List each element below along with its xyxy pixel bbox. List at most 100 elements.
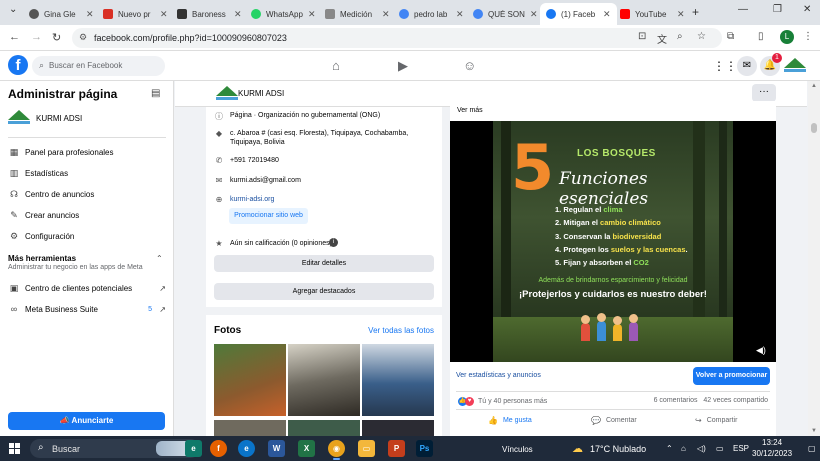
sidebar-page-switcher[interactable]: KURMI ADSI	[8, 110, 82, 126]
close-tab-icon[interactable]: ✕	[603, 9, 611, 20]
forward-arrow-icon[interactable]: →	[31, 31, 42, 43]
comments-count[interactable]: 6 comentarios	[654, 397, 698, 404]
groups-icon[interactable]: ☺	[463, 58, 476, 73]
taskbar-links[interactable]: Vínculos	[502, 445, 533, 454]
more-options-button[interactable]: ···	[752, 84, 776, 102]
tab-5[interactable]: pedro lab ✕	[393, 3, 470, 25]
boost-again-button[interactable]: Volver a promocionar	[693, 367, 770, 385]
sidebar-item-professional-dashboard[interactable]: ▦ Panel para profesionales	[8, 147, 168, 158]
edit-details-button[interactable]: Editar detalles	[214, 255, 434, 272]
network-icon[interactable]: ⌂	[681, 444, 686, 453]
photo-thumbnail[interactable]	[214, 344, 286, 416]
promote-button[interactable]: 📣 Anunciarte	[8, 412, 165, 430]
close-tab-icon[interactable]: ✕	[456, 9, 464, 20]
tab-2[interactable]: Baroness ✕	[171, 3, 248, 25]
close-tab-icon[interactable]: ✕	[86, 9, 94, 20]
battery-icon[interactable]: ▭	[716, 444, 724, 453]
messenger-icon[interactable]: ✉	[737, 56, 757, 76]
translate-icon[interactable]: 文	[657, 31, 667, 46]
taskbar-firefox-icon[interactable]: f	[210, 440, 227, 457]
sidebar-item-ad-center[interactable]: ☊ Centro de anuncios	[8, 189, 168, 200]
taskbar-word-icon[interactable]: W	[268, 440, 285, 457]
close-tab-icon[interactable]: ✕	[677, 9, 685, 20]
clock-time[interactable]: 13:24	[762, 438, 782, 447]
shares-count[interactable]: 42 veces compartido	[703, 397, 768, 404]
tray-chevron-icon[interactable]: ⌃	[666, 444, 673, 453]
photo-thumbnail[interactable]	[362, 420, 434, 436]
language-indicator[interactable]: ESP	[733, 444, 749, 453]
menu-dots-icon[interactable]: ⋮	[803, 31, 813, 42]
page-scrollbar[interactable]: ▲ ▼	[808, 81, 820, 436]
tab-4[interactable]: Medición ✕	[319, 3, 396, 25]
more-tools-heading[interactable]: Más herramientas	[8, 254, 76, 263]
windows-start-icon[interactable]	[9, 443, 20, 454]
tab-6[interactable]: QUÉ SON ✕	[467, 3, 544, 25]
clock-date[interactable]: 30/12/2023	[752, 449, 792, 458]
share-button[interactable]: ↪ Compartir	[695, 416, 737, 425]
photo-thumbnail[interactable]	[362, 344, 434, 416]
new-tab-icon[interactable]: +	[692, 5, 699, 19]
reload-icon[interactable]: ↻	[52, 31, 61, 44]
taskbar-file-explorer-icon[interactable]: ▭	[358, 440, 375, 457]
maximize-icon[interactable]: ❐	[773, 4, 782, 15]
page-title[interactable]: KURMI ADSI	[238, 89, 284, 98]
see-all-photos-link[interactable]: Ver todas las fotos	[368, 326, 434, 335]
tab-search-icon[interactable]: ⌄	[9, 4, 17, 15]
taskbar-search[interactable]: ⌕ Buscar	[30, 439, 200, 458]
website-link[interactable]: kurmi-adsi.org	[230, 195, 435, 204]
comment-button[interactable]: 💬 Comentar	[591, 416, 637, 425]
tab-0[interactable]: Gina Gle ✕	[23, 3, 100, 25]
zoom-icon[interactable]: ⌕	[677, 31, 683, 42]
like-button[interactable]: 👍 Me gusta	[488, 416, 532, 425]
scrollbar-thumb[interactable]	[811, 123, 817, 133]
close-tab-icon[interactable]: ✕	[530, 9, 538, 20]
taskbar-powerpoint-icon[interactable]: P	[388, 440, 405, 457]
bookmark-star-icon[interactable]: ☆	[697, 31, 706, 42]
photo-thumbnail[interactable]	[214, 420, 286, 436]
profile-avatar[interactable]: L	[780, 30, 794, 44]
notifications-center-icon[interactable]: ▢	[808, 444, 816, 453]
taskbar-edge-icon[interactable]: e	[238, 440, 255, 457]
add-featured-button[interactable]: Agregar destacados	[214, 283, 434, 300]
taskbar-photoshop-icon[interactable]: Ps	[416, 440, 433, 457]
account-avatar[interactable]	[784, 58, 806, 74]
taskbar-edge-dev-icon[interactable]: e	[185, 440, 202, 457]
sidebar-item-create-ads[interactable]: ✎ Crear anuncios	[8, 210, 168, 221]
photo-thumbnail[interactable]	[288, 344, 360, 416]
volume-icon[interactable]: ◁)	[697, 444, 706, 453]
url-bar[interactable]: ⚙ facebook.com/profile.php?id=1000909608…	[72, 28, 722, 48]
tab-3[interactable]: WhatsApp ✕	[245, 3, 322, 25]
sidebar-item-lead-center[interactable]: ▣ Centro de clientes potenciales ↗	[8, 283, 168, 294]
home-icon[interactable]: ⌂	[332, 58, 340, 73]
view-insights-link[interactable]: Ver estadísticas y anuncios	[456, 372, 541, 379]
collapse-panel-icon[interactable]: ▤	[151, 88, 160, 99]
sidebar-item-meta-business-suite[interactable]: ∞ Meta Business Suite 5 ↗	[8, 304, 168, 314]
weather-text[interactable]: 17°C Nublado	[590, 444, 646, 454]
post-video[interactable]: 5 LOS BOSQUES Funciones esenciales 1. Re…	[450, 121, 776, 362]
scroll-down-icon[interactable]: ▼	[811, 428, 817, 434]
extensions-icon[interactable]: ⧉	[727, 31, 734, 42]
close-tab-icon[interactable]: ✕	[160, 9, 168, 20]
reactions-summary[interactable]: 👍 ♥ Tú y 40 personas más	[458, 397, 547, 406]
sidebar-item-settings[interactable]: ⚙ Configuración	[8, 231, 168, 242]
close-tab-icon[interactable]: ✕	[234, 9, 242, 20]
see-more-link[interactable]: Ver más	[457, 107, 483, 114]
promote-website-button[interactable]: Promocionar sitio web	[229, 208, 308, 224]
menu-grid-icon[interactable]: ⋮⋮	[713, 56, 737, 76]
video-icon[interactable]: ▶	[398, 58, 408, 74]
tab-8[interactable]: YouTube ✕	[614, 3, 691, 25]
tab-facebook-active[interactable]: (1) Faceb ✕	[540, 3, 617, 25]
tab-1[interactable]: Nuevo pr ✕	[97, 3, 174, 25]
facebook-logo-icon[interactable]: f	[8, 55, 28, 75]
taskbar-chrome-icon[interactable]: ◉	[328, 440, 345, 460]
taskbar-excel-icon[interactable]: X	[298, 440, 315, 457]
rating-info-icon[interactable]: i	[329, 238, 338, 247]
scroll-up-icon[interactable]: ▲	[811, 83, 817, 89]
minimize-icon[interactable]: —	[738, 4, 748, 15]
site-info-icon[interactable]: ⚙	[79, 32, 87, 43]
mute-icon[interactable]: ◀)	[756, 345, 766, 356]
chevron-up-icon[interactable]: ⌃	[156, 254, 163, 263]
install-icon[interactable]: ⊡	[638, 31, 646, 42]
sidepanel-icon[interactable]: ▯	[758, 31, 764, 42]
sidebar-item-insights[interactable]: ▥ Estadísticas	[8, 168, 168, 179]
